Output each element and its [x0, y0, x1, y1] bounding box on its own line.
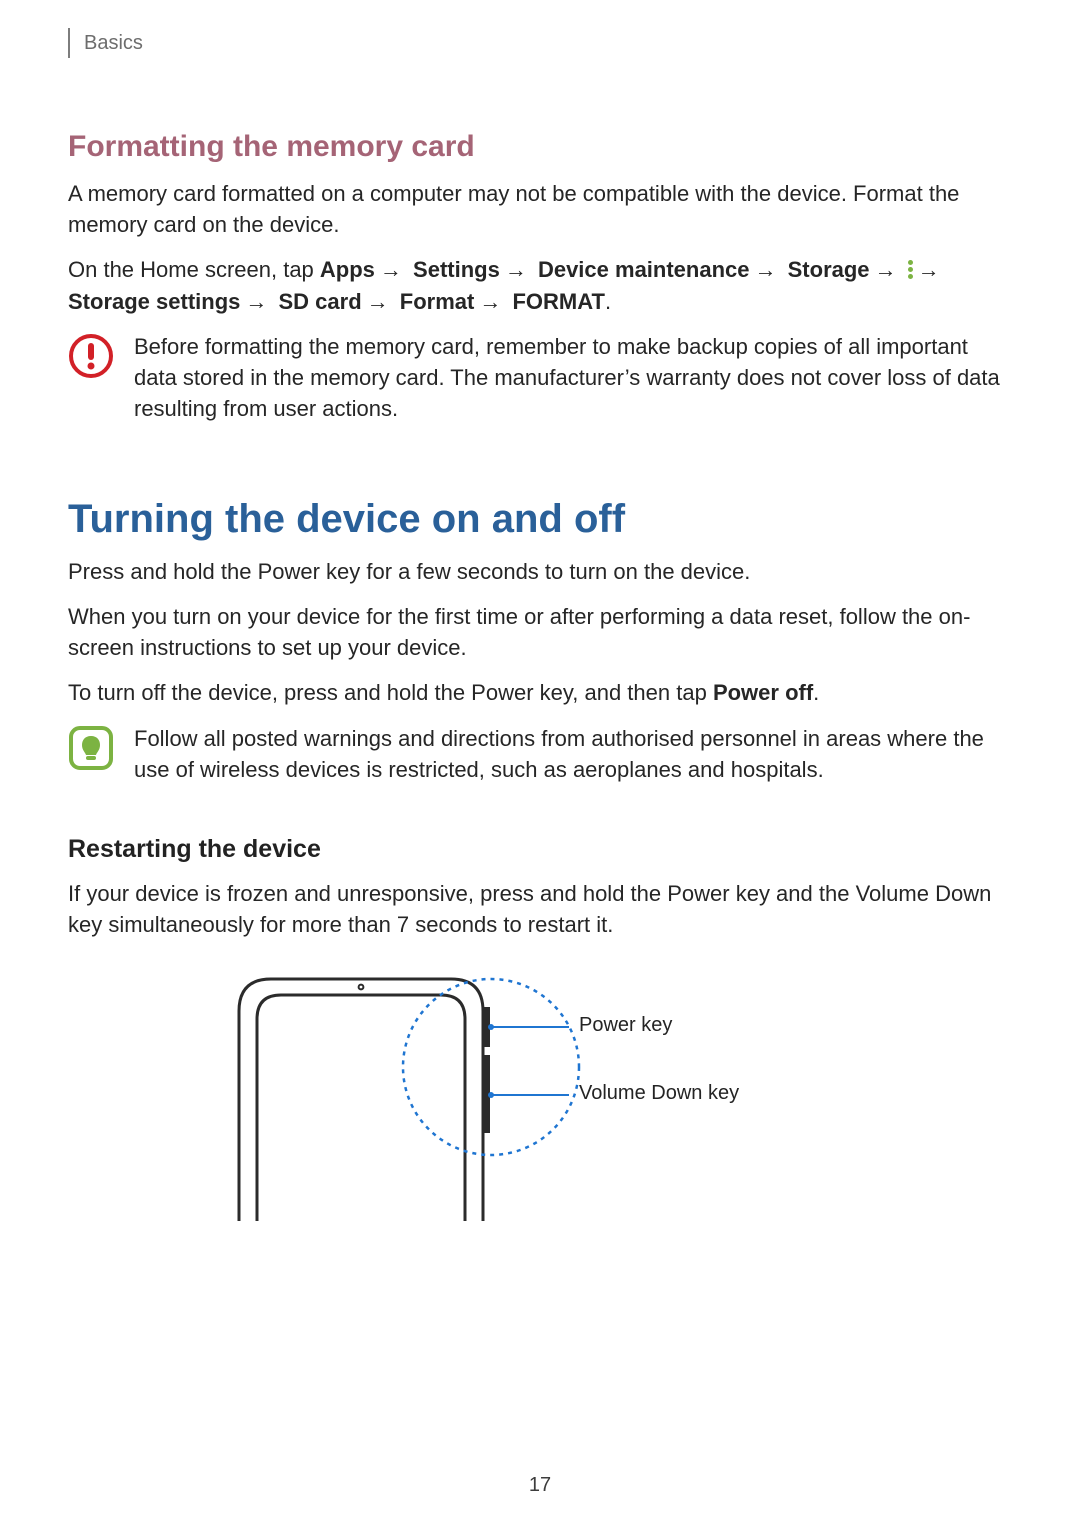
formatting-path: On the Home screen, tap Apps→ Settings→ … — [68, 254, 1010, 316]
path-device-maint: Device maintenance — [538, 257, 750, 282]
heading-turning-on-off: Turning the device on and off — [68, 497, 1010, 542]
header-rule — [68, 28, 70, 58]
note-text: Follow all posted warnings and direction… — [134, 723, 1010, 785]
path-sd-card: SD card — [279, 289, 362, 314]
page-number: 17 — [0, 1474, 1080, 1497]
path-format: Format — [400, 289, 475, 314]
path-settings: Settings — [413, 257, 500, 282]
note-icon — [68, 725, 114, 776]
formatting-intro: A memory card formatted on a computer ma… — [68, 178, 1010, 240]
note-callout: Follow all posted warnings and direction… — [68, 723, 1010, 785]
figure-label-power: Power key — [579, 1014, 672, 1037]
path-storage-settings: Storage settings — [68, 289, 240, 314]
path-apps: Apps — [320, 257, 375, 282]
chapter-header: Basics — [68, 28, 1010, 58]
power-off-text: To turn off the device, press and hold t… — [68, 677, 1010, 708]
device-figure: Power key Volume Down key — [219, 961, 859, 1221]
path-storage: Storage — [788, 257, 870, 282]
warning-icon — [68, 333, 114, 384]
first-boot-text: When you turn on your device for the fir… — [68, 601, 1010, 663]
more-options-icon — [908, 258, 913, 281]
power-on-text: Press and hold the Power key for a few s… — [68, 556, 1010, 587]
chapter-name: Basics — [84, 32, 143, 55]
path-format-caps: FORMAT — [512, 289, 604, 314]
heading-formatting: Formatting the memory card — [68, 130, 1010, 164]
warning-callout: Before formatting the memory card, remem… — [68, 331, 1010, 425]
figure-label-volume: Volume Down key — [579, 1082, 739, 1105]
restart-text: If your device is frozen and unresponsiv… — [68, 878, 1010, 940]
warning-text: Before formatting the memory card, remem… — [134, 331, 1010, 425]
path-lead: On the Home screen, tap — [68, 257, 320, 282]
heading-restarting: Restarting the device — [68, 835, 1010, 864]
